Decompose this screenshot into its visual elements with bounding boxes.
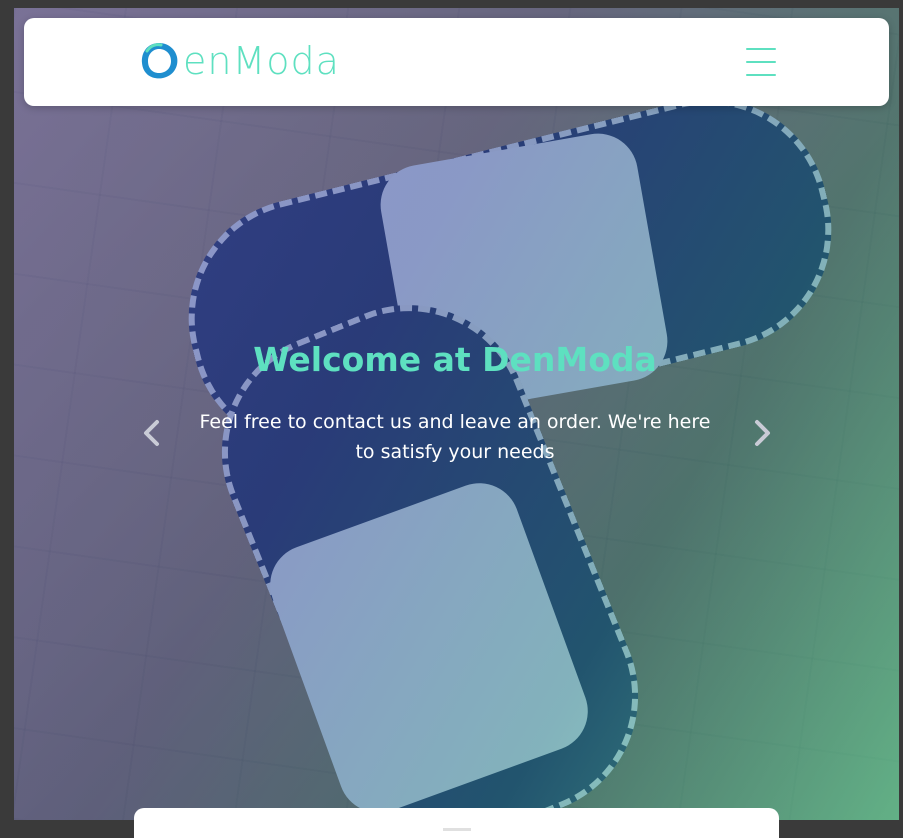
brand-text: enModa	[183, 39, 340, 83]
chevron-right-icon	[755, 420, 770, 446]
carousel-next-button[interactable]	[750, 418, 774, 448]
logo-icon	[141, 43, 178, 79]
hero-caption: Welcome at DenModa Feel free to contact …	[150, 340, 760, 467]
hamburger-icon[interactable]	[746, 48, 776, 76]
carousel-prev-button[interactable]	[140, 418, 164, 448]
hero-title: Welcome at DenModa	[253, 340, 657, 379]
brand-logo[interactable]: enModa	[137, 36, 340, 86]
chevron-left-icon	[144, 420, 159, 446]
navbar: enModa	[24, 18, 889, 106]
content-card-top	[134, 808, 779, 838]
hero-subtitle: Feel free to contact us and leave an ord…	[199, 411, 711, 463]
